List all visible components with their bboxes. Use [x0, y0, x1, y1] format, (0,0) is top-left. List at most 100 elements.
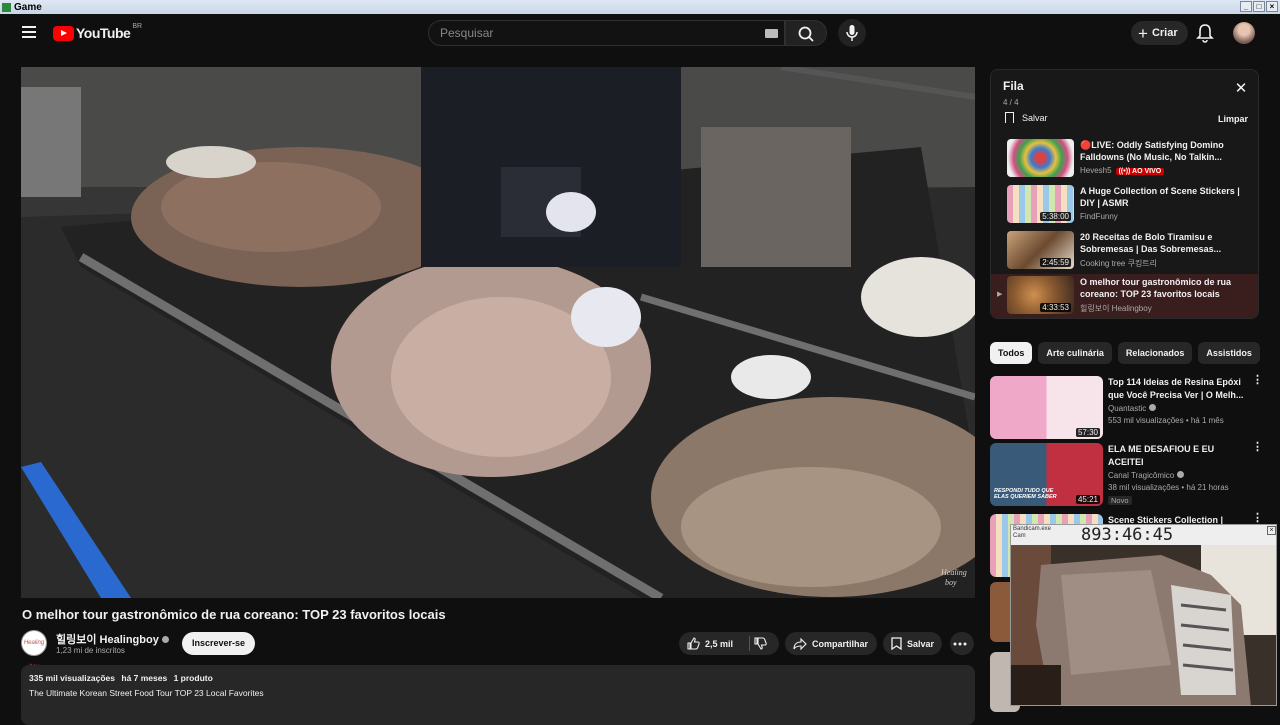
subscriber-count: 1,23 mi de inscritos — [56, 646, 125, 655]
recommendation-item[interactable]: 57:30 Top 114 Ideias de Resina Epóxi que… — [990, 375, 1263, 442]
voice-search-button[interactable] — [838, 19, 866, 47]
save-button[interactable]: Salvar — [883, 632, 942, 655]
queue-item[interactable]: 🔴LIVE: Oddly Satisfying Domino Falldowns… — [991, 137, 1258, 181]
plus-icon: + — [1138, 23, 1148, 43]
product-count: 1 produto — [173, 673, 213, 683]
queue-thumbnail — [1007, 139, 1074, 177]
kebab-menu-icon[interactable]: ⋮ — [1252, 442, 1263, 453]
mic-icon — [846, 25, 858, 41]
recommendation-thumbnail: RESPONDI TUDO QUE ELAS QUERIEM SABER 45:… — [990, 443, 1103, 506]
recommendation-item[interactable]: RESPONDI TUDO QUE ELAS QUERIEM SABER 45:… — [990, 442, 1263, 509]
subscribe-button[interactable]: Inscrever-se — [182, 632, 255, 655]
like-divider — [749, 636, 750, 651]
search-icon — [798, 26, 814, 42]
chip-todos[interactable]: Todos — [990, 342, 1033, 364]
recommendation-channel-name: Canal Tragicômico — [1108, 471, 1175, 480]
upload-age: há 7 meses — [121, 673, 168, 683]
queue-thumbnail: 2:45:59 — [1007, 231, 1074, 269]
webcam-caption: Bandicam.exe Cam — [1013, 526, 1052, 539]
account-avatar[interactable] — [1233, 22, 1255, 44]
queue-item-channel-name: Hevesh5 — [1080, 166, 1112, 175]
close-icon[interactable]: × — [1267, 526, 1276, 535]
view-count: 335 mil visualizações — [29, 673, 115, 683]
like-count[interactable]: 2,5 mil — [705, 639, 733, 649]
queue-item-title: 🔴LIVE: Oddly Satisfying Domino Falldowns… — [1080, 140, 1224, 162]
youtube-logo[interactable]: YouTube BR — [53, 23, 142, 41]
description-meta: 335 mil visualizações há 7 meses 1 produ… — [29, 673, 967, 683]
like-icon[interactable] — [687, 637, 700, 650]
queue-title: Fila — [1003, 79, 1024, 93]
queue-item-channel: Hevesh5 ((•)) AO VIVO — [1080, 166, 1165, 175]
chip-arte-culinaria[interactable]: Arte culinária — [1038, 342, 1112, 364]
more-actions-button[interactable] — [950, 632, 974, 655]
verified-icon — [1177, 471, 1185, 478]
bell-icon[interactable] — [1196, 23, 1214, 43]
description-box[interactable]: 335 mil visualizações há 7 meses 1 produ… — [21, 665, 975, 725]
queue-thumbnail: 5:38:00 — [1007, 185, 1074, 223]
chip-relacionados[interactable]: Relacionados — [1117, 342, 1193, 364]
video-player[interactable]: Healing boy — [21, 67, 975, 598]
now-playing-icon: ▶ — [997, 291, 1003, 298]
keyboard-icon[interactable] — [765, 29, 778, 38]
queue-item[interactable]: 5:38:00 A Huge Collection of Scene Stick… — [991, 183, 1258, 227]
queue-save-label: Salvar — [1022, 112, 1048, 123]
maximize-button[interactable]: □ — [1253, 1, 1265, 12]
window-titlebar: Game _ □ × — [0, 0, 1280, 14]
create-button[interactable]: + Criar — [1131, 21, 1188, 45]
duration-badge: 45:21 — [1075, 495, 1100, 504]
dislike-icon[interactable] — [754, 637, 767, 650]
more-icon — [953, 642, 966, 645]
duration-badge: 57:30 — [1075, 428, 1100, 437]
queue-item-channel: Cooking tree 쿠킹트리 — [1080, 259, 1158, 268]
queue-item-current[interactable]: ▶ 4:33:53 O melhor tour gastronômico de … — [991, 274, 1258, 318]
verified-icon — [161, 636, 169, 643]
search-input[interactable] — [440, 26, 740, 40]
kebab-menu-icon[interactable]: ⋮ — [1252, 513, 1263, 524]
svg-text:Healing: Healing — [940, 568, 967, 577]
duration-badge: 4:33:53 — [1040, 303, 1071, 312]
channel-name[interactable]: 힐링보이 Healingboy — [56, 631, 169, 647]
close-icon[interactable]: ✕ — [1234, 81, 1248, 96]
search-box — [428, 20, 785, 46]
duration-badge: 2:45:59 — [1040, 258, 1071, 267]
queue-clear-button[interactable]: Limpar — [1218, 114, 1248, 124]
video-frame: Healing boy — [21, 67, 975, 598]
queue-save-button[interactable]: Salvar — [1005, 112, 1048, 123]
youtube-play-icon — [53, 25, 74, 41]
top-bar: YouTube BR + Criar — [0, 14, 1280, 54]
queue-item[interactable]: 2:45:59 20 Receitas de Bolo Tiramisu e S… — [991, 229, 1258, 273]
share-icon — [793, 637, 807, 650]
window-title: Game — [14, 1, 42, 13]
search-button[interactable] — [785, 20, 827, 46]
menu-icon[interactable] — [22, 26, 36, 38]
filter-chips: Todos Arte culinária Relacionados Assist… — [990, 342, 1260, 364]
like-dislike-group: 2,5 mil — [679, 632, 779, 655]
minimize-button[interactable]: _ — [1240, 1, 1252, 12]
queue-panel: Fila 4 / 4 ✕ Salvar Limpar 🔴LIVE: Oddly … — [990, 69, 1259, 319]
queue-item-channel: 힐링보이 Healingboy — [1080, 304, 1152, 313]
channel-name-text: 힐링보이 Healingboy — [56, 634, 159, 646]
webcam-view — [1011, 545, 1276, 705]
description-text: The Ultimate Korean Street Food Tour TOP… — [29, 688, 264, 698]
recording-timer: 893:46:45 — [1081, 525, 1174, 545]
recommendation-title: ELA ME DESAFIOU E EU ACEITEI — [1108, 444, 1215, 467]
create-label: Criar — [1151, 27, 1178, 39]
verified-icon — [1149, 404, 1157, 411]
queue-item-title: A Huge Collection of Scene Stickers | DI… — [1080, 186, 1240, 208]
bookmark-icon — [891, 637, 902, 650]
recommendation-title: Top 114 Ideias de Resina Epóxi que Você … — [1108, 377, 1244, 400]
kebab-menu-icon[interactable]: ⋮ — [1252, 375, 1263, 386]
chip-assistidos[interactable]: Assistidos — [1198, 342, 1260, 364]
webcam-titlebar: Bandicam.exe Cam 893:46:45 × — [1011, 525, 1276, 545]
live-badge: ((•)) AO VIVO — [1115, 168, 1165, 175]
queue-item-channel: FindFunny — [1080, 212, 1118, 221]
game-icon — [2, 2, 11, 12]
queue-item-title: O melhor tour gastronômico de rua corean… — [1080, 277, 1232, 299]
window-controls: _ □ × — [1240, 1, 1278, 12]
channel-avatar[interactable]: Healing boy — [21, 630, 47, 670]
webcam-overlay[interactable]: Bandicam.exe Cam 893:46:45 × — [1010, 524, 1277, 706]
close-window-button[interactable]: × — [1266, 1, 1278, 12]
duration-badge: 5:38:00 — [1040, 212, 1071, 221]
recommendation-thumbnail: 57:30 — [990, 376, 1103, 439]
share-button[interactable]: Compartilhar — [785, 632, 877, 655]
